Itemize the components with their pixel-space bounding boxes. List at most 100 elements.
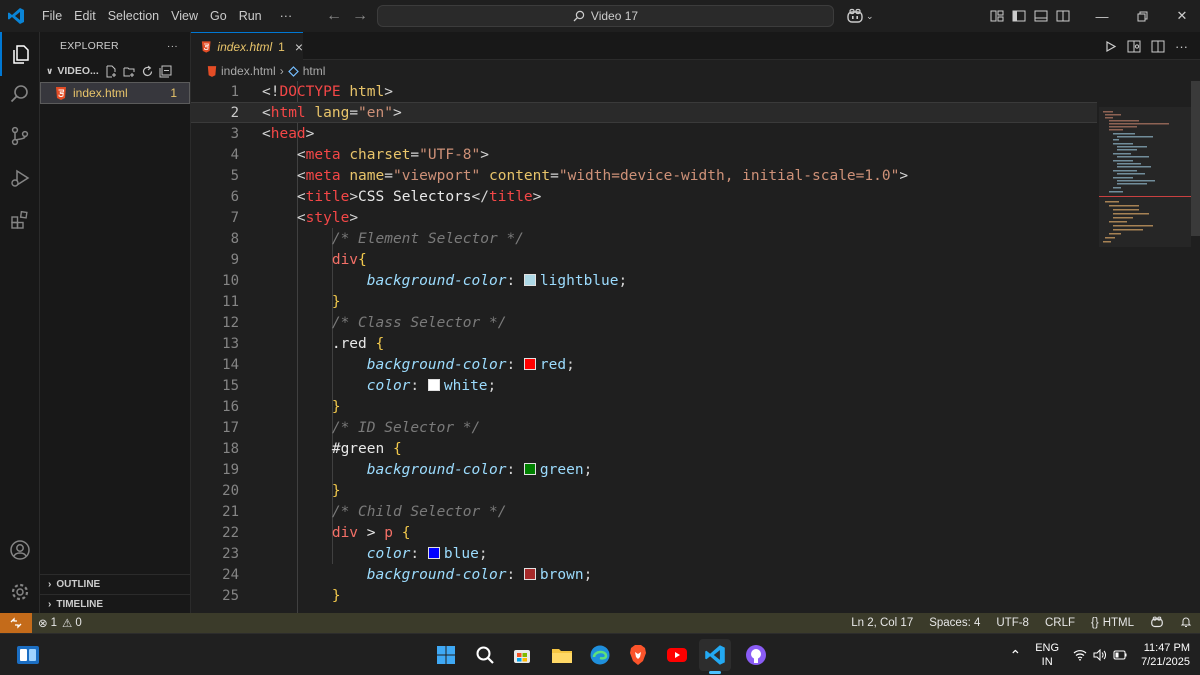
command-center-search[interactable]: Video 17 — [377, 5, 834, 27]
widgets-button[interactable] — [12, 639, 44, 671]
color-swatch[interactable] — [523, 567, 536, 580]
timeline-section[interactable]: › TIMELINE — [40, 594, 190, 614]
minimap[interactable] — [1099, 81, 1191, 613]
new-folder-icon[interactable] — [123, 65, 136, 78]
language-mode[interactable]: {} HTML — [1083, 617, 1142, 629]
code-line[interactable]: 22 div > p { — [191, 522, 1097, 543]
menu-go[interactable]: Go — [204, 0, 233, 32]
color-swatch[interactable] — [427, 546, 440, 559]
code-line[interactable]: 3 <head> — [191, 123, 1097, 144]
collapse-all-icon[interactable] — [159, 65, 172, 78]
code-line[interactable]: 19 background-color: green; — [191, 459, 1097, 480]
tab-index-html[interactable]: index.html 1 × — [191, 32, 303, 60]
code-line[interactable]: 17 /* ID Selector */ — [191, 417, 1097, 438]
code-line[interactable]: 13 .red { — [191, 333, 1097, 354]
code-line[interactable]: 5 <meta name="viewport" content="width=d… — [191, 165, 1097, 186]
encoding[interactable]: UTF-8 — [988, 617, 1037, 629]
chevron-up-icon[interactable]: ⌃ — [1009, 647, 1021, 664]
scrollbar-thumb[interactable] — [1191, 81, 1200, 236]
remote-indicator[interactable] — [0, 613, 32, 633]
menu-edit[interactable]: Edit — [68, 0, 102, 32]
color-swatch[interactable] — [523, 357, 536, 370]
run-debug-activity[interactable] — [0, 156, 40, 200]
open-preview-icon[interactable] — [1127, 40, 1141, 53]
toggle-panel-icon[interactable] — [1034, 9, 1048, 23]
code-line[interactable]: 12 /* Class Selector */ — [191, 312, 1097, 333]
store-button[interactable] — [506, 639, 538, 671]
indentation[interactable]: Spaces: 4 — [921, 617, 988, 629]
youtube-button[interactable] — [661, 639, 693, 671]
copilot-status-icon[interactable] — [1142, 616, 1172, 631]
taskbar-search-button[interactable] — [469, 639, 501, 671]
braces-icon: {} — [1091, 617, 1099, 629]
quick-settings[interactable] — [1073, 649, 1127, 661]
code-line[interactable]: 7 <style> — [191, 207, 1097, 228]
menu-selection[interactable]: Selection — [102, 0, 165, 32]
github-desktop-button[interactable] — [740, 639, 772, 671]
vscode-taskbar-button[interactable] — [699, 639, 731, 674]
edge-browser-button[interactable] — [584, 639, 616, 671]
code-line[interactable]: 4 <meta charset="UTF-8"> — [191, 144, 1097, 165]
code-line[interactable]: 8 /* Element Selector */ — [191, 228, 1097, 249]
input-language[interactable]: ENG IN — [1035, 641, 1059, 669]
color-swatch[interactable] — [523, 462, 536, 475]
code-line[interactable]: 20 } — [191, 480, 1097, 501]
new-file-icon[interactable] — [105, 65, 118, 78]
notifications-bell-icon[interactable] — [1172, 616, 1200, 631]
close-window-button[interactable]: ✕ — [1162, 0, 1200, 32]
code-line[interactable]: 23 color: blue; — [191, 543, 1097, 564]
code-line[interactable]: 25 } — [191, 585, 1097, 606]
file-explorer-button[interactable] — [546, 639, 578, 671]
search-activity[interactable] — [0, 72, 40, 116]
accounts-activity[interactable] — [0, 528, 40, 572]
menu-view[interactable]: View — [165, 0, 204, 32]
explorer-activity[interactable] — [0, 32, 40, 76]
run-icon[interactable] — [1104, 40, 1117, 53]
outline-section[interactable]: › OUTLINE — [40, 574, 190, 594]
code-line[interactable]: 15 color: white; — [191, 375, 1097, 396]
line-ending[interactable]: CRLF — [1037, 617, 1083, 629]
code-line[interactable]: 14 background-color: red; — [191, 354, 1097, 375]
brave-browser-button[interactable] — [622, 639, 654, 671]
more-actions-icon[interactable]: ··· — [1175, 39, 1188, 54]
forward-arrow-icon[interactable]: → — [352, 7, 368, 25]
menu-run[interactable]: Run — [233, 0, 268, 32]
code-line[interactable]: 16 } — [191, 396, 1097, 417]
code-line[interactable]: 10 background-color: lightblue; — [191, 270, 1097, 291]
code-line[interactable]: 24 background-color: brown; — [191, 564, 1097, 585]
problems-indicator[interactable]: ⊗ 1 ⚠ 0 — [38, 616, 82, 630]
code-line[interactable]: 18 #green { — [191, 438, 1097, 459]
workspace-folder[interactable]: ∨ VIDEO... — [40, 60, 190, 82]
toggle-primary-sidebar-icon[interactable] — [1012, 9, 1026, 23]
split-editor-icon[interactable] — [1151, 40, 1165, 53]
code-line[interactable]: 11 } — [191, 291, 1097, 312]
menu-more[interactable]: ··· — [274, 0, 299, 32]
breadcrumb-file[interactable]: index.html — [221, 64, 276, 78]
minimize-button[interactable]: — — [1082, 0, 1122, 32]
customize-layout-icon[interactable] — [990, 9, 1004, 23]
source-control-activity[interactable] — [0, 114, 40, 158]
color-swatch[interactable] — [523, 273, 536, 286]
menu-file[interactable]: File — [36, 0, 68, 32]
copilot-button[interactable]: ⌄ — [846, 0, 874, 32]
code-editor[interactable]: 1 <!DOCTYPE html> 2 <html lang="en"> 3 <head>… — [191, 81, 1097, 613]
start-button[interactable] — [430, 639, 462, 671]
code-line[interactable]: 9 div{ — [191, 249, 1097, 270]
clock[interactable]: 11:47 PM 7/21/2025 — [1141, 641, 1190, 669]
breadcrumb-node[interactable]: html — [303, 64, 326, 78]
cursor-position[interactable]: Ln 2, Col 17 — [843, 617, 921, 629]
restore-button[interactable] — [1122, 0, 1162, 32]
file-item-index-html[interactable]: index.html 1 — [40, 82, 190, 104]
explorer-more-button[interactable]: ··· — [167, 40, 178, 52]
refresh-icon[interactable] — [141, 65, 154, 78]
extensions-activity[interactable] — [0, 198, 40, 242]
code-line[interactable]: 1 <!DOCTYPE html> — [191, 81, 1097, 102]
color-swatch[interactable] — [427, 378, 440, 391]
close-tab-icon[interactable]: × — [295, 39, 303, 55]
back-arrow-icon[interactable]: ← — [326, 7, 342, 25]
code-line[interactable]: 6 <title>CSS Selectors</title> — [191, 186, 1097, 207]
code-line[interactable]: 2 <html lang="en"> — [191, 102, 1097, 123]
toggle-secondary-sidebar-icon[interactable] — [1056, 9, 1070, 23]
code-line[interactable]: 21 /* Child Selector */ — [191, 501, 1097, 522]
manage-activity[interactable] — [0, 570, 40, 614]
